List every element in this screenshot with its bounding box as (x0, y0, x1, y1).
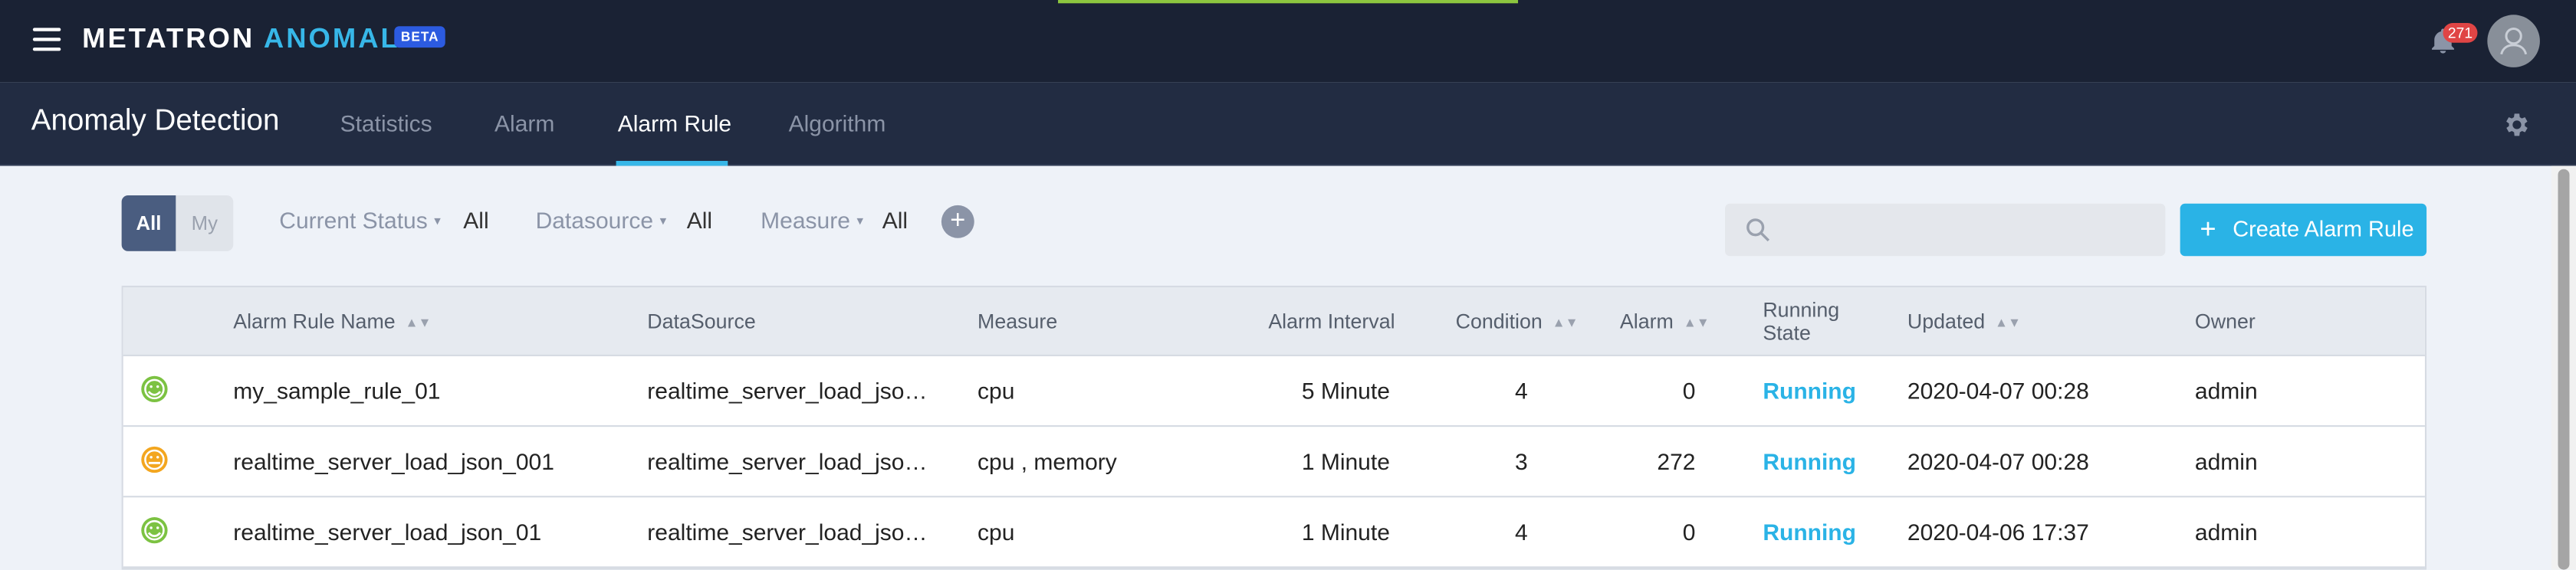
updated-cell: 2020-04-06 17:37 (1907, 519, 2089, 545)
chevron-down-icon: ▾ (659, 213, 667, 228)
current-status-filter[interactable]: Current Status ▾ (279, 207, 441, 233)
owner-cell: admin (2194, 448, 2258, 475)
menu-icon[interactable] (32, 28, 61, 51)
smile-status-icon (141, 375, 168, 403)
table-header: Alarm Rule Name ▲▼ DataSource Measure Ala… (123, 287, 2425, 357)
header-alarm-interval: Alarm Interval (1268, 310, 1395, 334)
sort-icon[interactable]: ▲▼ (1995, 315, 2021, 329)
measure-filter[interactable]: Measure ▾ (761, 207, 863, 233)
search-input[interactable] (1780, 203, 2159, 257)
datasource-cell: realtime_server_load_json_01 (647, 377, 940, 405)
header-label-line1: Running (1763, 299, 1840, 323)
condition-cell: 3 (1514, 448, 1528, 475)
alarm-count-cell[interactable]: 272 (1602, 448, 1695, 474)
header-label: Alarm Rule Name (233, 310, 396, 334)
table-row[interactable]: realtime_server_load_json_01 realtime_ser… (123, 497, 2425, 568)
running-state-cell[interactable]: Running (1763, 519, 1856, 545)
smile-status-icon (141, 517, 168, 544)
rule-name[interactable]: realtime_server_load_json_01 (233, 519, 541, 545)
tab-statistics[interactable]: Statistics (340, 110, 432, 136)
updated-cell: 2020-04-07 00:28 (1907, 377, 2089, 405)
alarm-count-cell[interactable]: 0 (1602, 519, 1696, 545)
alarm-count-cell[interactable]: 0 (1602, 378, 1696, 404)
create-alarm-rule-button[interactable]: + Create Alarm Rule (2180, 203, 2427, 257)
loading-indicator (1058, 0, 1519, 4)
tab-alarm[interactable]: Alarm (495, 110, 554, 136)
datasource-label: Datasource (535, 207, 654, 234)
user-avatar[interactable] (2487, 15, 2540, 67)
measure-cell: cpu , memory (978, 448, 1117, 475)
owner-cell: admin (2194, 377, 2258, 405)
header-owner: Owner (2194, 310, 2256, 334)
condition-cell: 4 (1514, 377, 1528, 405)
brand-text-metatron: METATRON (82, 23, 255, 54)
owner-cell: admin (2194, 519, 2258, 545)
sort-icon[interactable]: ▲▼ (1684, 315, 1710, 329)
scrollbar-thumb[interactable] (2558, 169, 2570, 570)
create-alarm-rule-label: Create Alarm Rule (2233, 216, 2414, 242)
header-running-state: Running State (1763, 299, 1839, 345)
datasource-filter[interactable]: Datasource ▾ (536, 207, 667, 233)
chevron-down-icon: ▾ (856, 213, 864, 228)
sort-icon[interactable]: ▲▼ (406, 315, 432, 329)
measure-cell: cpu (978, 519, 1015, 545)
top-bar: METATRON ANOMALY BETA 271 (0, 0, 2576, 83)
scope-all-button[interactable]: All (121, 195, 176, 251)
header-updated[interactable]: Updated ▲▼ (1907, 310, 2021, 333)
datasource-value[interactable]: All (687, 207, 712, 233)
neutral-status-icon (141, 446, 168, 473)
datasource-cell: realtime_server_load_json_01 (647, 519, 940, 545)
datasource-cell: realtime_server_load_json_001 (647, 448, 940, 475)
header-condition[interactable]: Condition ▲▼ (1456, 310, 1579, 333)
gear-icon[interactable] (2502, 110, 2532, 140)
interval-cell: 1 Minute (1301, 519, 1390, 545)
current-status-label: Current Status (279, 207, 428, 234)
add-filter-button[interactable]: + (941, 205, 974, 238)
sort-icon[interactable]: ▲▼ (1552, 315, 1579, 329)
header-label: Updated (1907, 310, 1986, 334)
scope-toggle: All My (121, 195, 234, 251)
table-row[interactable]: my_sample_rule_01 realtime_server_load_js… (123, 356, 2425, 428)
current-status-value[interactable]: All (463, 207, 488, 233)
updated-cell: 2020-04-07 00:28 (1907, 448, 2089, 475)
page-title: Anomaly Detection (31, 103, 280, 136)
header-datasource: DataSource (647, 310, 756, 334)
header-alarm[interactable]: Alarm ▲▼ (1620, 310, 1710, 333)
rule-name[interactable]: realtime_server_load_json_001 (233, 448, 554, 474)
search-icon (1746, 218, 1770, 242)
measure-value[interactable]: All (882, 207, 908, 233)
header-label: Condition (1455, 310, 1543, 334)
measure-cell: cpu (978, 377, 1015, 405)
header-label: Alarm (1619, 310, 1674, 334)
alarm-rule-table: Alarm Rule Name ▲▼ DataSource Measure Ala… (121, 285, 2427, 570)
search-box (1725, 203, 2166, 257)
header-label-line2: State (1763, 322, 1811, 346)
user-icon (2500, 28, 2528, 55)
tab-algorithm[interactable]: Algorithm (789, 110, 886, 136)
interval-cell: 1 Minute (1301, 448, 1390, 475)
app-logo[interactable]: METATRON ANOMALY (82, 23, 419, 56)
table-row[interactable]: realtime_server_load_json_001 realtime_se… (123, 427, 2425, 498)
running-state-cell[interactable]: Running (1763, 448, 1856, 474)
header-alarm-rule-name[interactable]: Alarm Rule Name ▲▼ (233, 310, 431, 333)
running-state-cell[interactable]: Running (1763, 378, 1856, 404)
scope-my-button[interactable]: My (176, 195, 233, 251)
measure-label: Measure (761, 207, 850, 234)
plus-icon: + (2200, 213, 2216, 245)
active-tab-indicator (616, 161, 728, 166)
interval-cell: 5 Minute (1301, 377, 1390, 405)
vertical-scrollbar[interactable] (2551, 165, 2576, 570)
tab-alarm-rule[interactable]: Alarm Rule (618, 110, 731, 136)
sub-navigation: Anomaly Detection Statistics Alarm Alarm… (0, 82, 2576, 166)
notification-badge: 271 (2443, 23, 2478, 43)
chevron-down-icon: ▾ (434, 213, 441, 228)
header-measure: Measure (978, 310, 1058, 334)
condition-cell: 4 (1514, 519, 1528, 545)
rule-name[interactable]: my_sample_rule_01 (233, 378, 440, 404)
beta-badge: BETA (394, 26, 446, 48)
